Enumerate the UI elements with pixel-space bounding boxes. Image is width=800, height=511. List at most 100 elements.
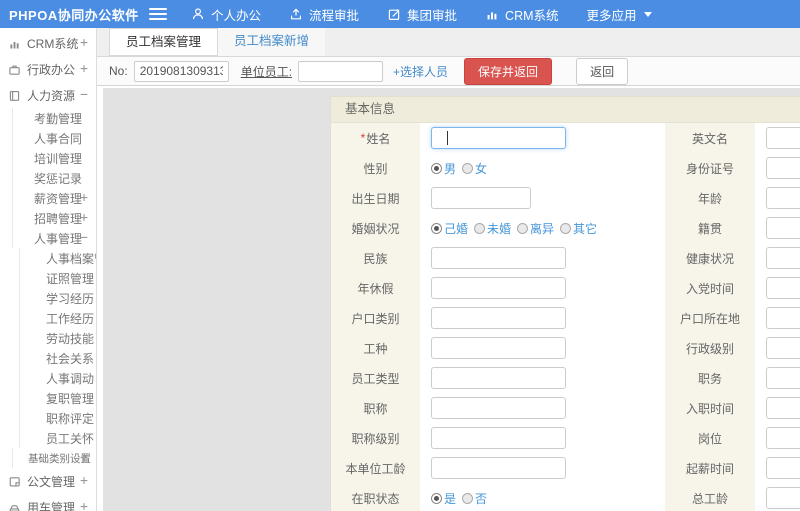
sidebar-item-hr-contract[interactable]: 人事合同 [12, 128, 96, 148]
ethnicity-input[interactable] [431, 247, 566, 269]
tab-employee-archive-management[interactable]: 员工档案管理 [109, 28, 219, 56]
nav-label: CRM系统 [505, 8, 559, 23]
radio-male[interactable] [431, 162, 442, 174]
sidebar-item-personnel-archive-mgmt[interactable]: 人事档案管理 [19, 248, 96, 268]
work-type-input[interactable] [431, 337, 566, 359]
required-marker: * [360, 131, 366, 145]
sidebar-item-label: 劳动技能 [46, 331, 95, 346]
sidebar-item-personnel-mgmt[interactable]: 人事管理 − [12, 228, 96, 248]
sidebar-item-basic-category-settings[interactable]: 基础类别设置 + [12, 448, 96, 468]
nav-workflow-approval[interactable]: 流程审批 [289, 5, 359, 24]
nav-crm-system[interactable]: CRM系统 [485, 5, 559, 24]
select-person-link[interactable]: +选择人员 [393, 63, 448, 80]
gender-label: 性别 [331, 153, 420, 183]
health-status-input[interactable] [766, 247, 800, 269]
english-name-input[interactable] [766, 127, 800, 149]
document-icon [9, 476, 20, 487]
annual-leave-label: 年休假 [331, 273, 420, 303]
sidebar-item-certificate-mgmt[interactable]: 证照管理 [19, 268, 96, 288]
nav-label: 集团审批 [407, 8, 458, 23]
native-place-input[interactable] [766, 217, 800, 239]
sidebar-item-training-mgmt[interactable]: 培训管理 [12, 148, 96, 168]
sidebar-item-work-history[interactable]: 工作经历 [19, 308, 96, 328]
sidebar-item-label: 社会关系 [46, 351, 95, 366]
admin-level-input[interactable] [766, 337, 800, 359]
household-type-input[interactable] [431, 307, 566, 329]
company-seniority-input[interactable] [431, 457, 566, 479]
sidebar-item-personnel-transfer[interactable]: 人事调动 [19, 368, 96, 388]
job-title-level-input[interactable] [431, 427, 566, 449]
section-title: 基本信息 [331, 97, 800, 123]
household-location-label: 户口所在地 [665, 303, 755, 333]
expander-plus-icon[interactable]: + [80, 62, 88, 77]
sidebar-item-label: 薪资管理 [34, 191, 83, 206]
household-location-input[interactable] [766, 307, 800, 329]
caret-down-icon [643, 11, 652, 17]
sidebar-item-attendance-mgmt[interactable]: 考勤管理 [12, 108, 96, 128]
radio-divorced[interactable] [517, 222, 529, 234]
sidebar-item-reinstatement-mgmt[interactable]: 复职管理 [19, 388, 96, 408]
expander-plus-icon[interactable]: + [80, 500, 88, 511]
expander-minus-icon[interactable]: − [80, 88, 88, 103]
sidebar-item-vehicle-mgmt[interactable]: 用车管理 + [0, 494, 96, 511]
unit-employee-input[interactable] [298, 60, 384, 82]
sidebar-item-human-resources[interactable]: 人力资源 − [0, 82, 96, 108]
sidebar-item-label: 考勤管理 [34, 111, 83, 126]
sidebar-item-labor-skills[interactable]: 劳动技能 [19, 328, 96, 348]
duty-input[interactable] [766, 367, 800, 389]
annual-leave-input[interactable] [431, 277, 566, 299]
post-input[interactable] [766, 427, 800, 449]
sidebar-item-label: 招聘管理 [34, 211, 83, 226]
sidebar-item-official-doc-mgmt[interactable]: 公文管理 + [0, 468, 96, 494]
menu-icon[interactable] [149, 8, 167, 20]
tab-employee-archive-new[interactable]: 员工档案新增 [218, 28, 326, 56]
party-join-date-label: 入党时间 [665, 273, 755, 303]
expander-plus-icon[interactable]: + [80, 191, 88, 206]
expander-plus-icon[interactable]: + [80, 211, 88, 226]
expander-plus-icon[interactable]: + [80, 474, 88, 489]
sidebar-item-recruitment-mgmt[interactable]: 招聘管理 + [12, 208, 96, 228]
expander-plus-icon[interactable]: + [80, 36, 88, 51]
nav-personal-office[interactable]: 个人办公 [191, 5, 261, 24]
radio-no[interactable] [462, 492, 474, 504]
sidebar-item-employee-care[interactable]: 员工关怀 [19, 428, 96, 448]
birth-date-label: 出生日期 [331, 183, 420, 213]
radio-female[interactable] [462, 162, 474, 174]
gender-radio-group: 男 女 [431, 160, 493, 177]
radio-yes[interactable] [431, 492, 442, 504]
toolbar: No: 单位员工: +选择人员 保存并返回 返回 [97, 57, 800, 86]
age-input[interactable] [766, 187, 800, 209]
radio-married[interactable] [431, 222, 442, 234]
salary-start-date-input[interactable] [766, 457, 800, 479]
nav-group-approval[interactable]: 集团审批 [387, 5, 457, 24]
content-canvas: 基本信息 * 姓名 英文名 性别 男 女 身份证号 出生日期 年龄 婚姻状况 己… [103, 88, 800, 511]
radio-unmarried[interactable] [474, 222, 486, 234]
english-name-label: 英文名 [665, 123, 755, 153]
sidebar-item-salary-mgmt[interactable]: 薪资管理 + [12, 188, 96, 208]
name-input[interactable] [431, 127, 566, 149]
job-title-input[interactable] [431, 397, 566, 419]
sidebar-item-education-history[interactable]: 学习经历 [19, 288, 96, 308]
flow-approval-icon [291, 8, 302, 20]
marital-status-label: 婚姻状况 [331, 213, 420, 243]
sidebar-item-social-relations[interactable]: 社会关系 [19, 348, 96, 368]
save-and-return-button[interactable]: 保存并返回 [464, 57, 553, 85]
radio-other[interactable] [560, 222, 572, 234]
party-join-date-input[interactable] [766, 277, 800, 299]
job-title-level-label: 职称级别 [331, 423, 420, 453]
total-seniority-input[interactable] [766, 487, 800, 509]
sidebar-item-title-evaluation[interactable]: 职称评定 [19, 408, 96, 428]
employee-type-input[interactable] [431, 367, 566, 389]
birth-date-input[interactable] [431, 187, 531, 209]
sidebar-item-reward-punishment[interactable]: 奖惩记录 [12, 168, 96, 188]
nav-more-apps[interactable]: 更多应用 [587, 5, 652, 24]
expander-plus-icon[interactable]: + [80, 451, 88, 466]
sidebar-item-admin-office[interactable]: 行政办公 + [0, 56, 96, 82]
expander-minus-icon[interactable]: − [80, 231, 88, 246]
return-button[interactable]: 返回 [576, 57, 629, 85]
hire-date-input[interactable] [766, 397, 800, 419]
id-number-input[interactable] [766, 157, 800, 179]
sidebar-item-crm-system[interactable]: CRM系统 + [0, 30, 96, 56]
sidebar-item-label: 复职管理 [46, 391, 95, 406]
no-input[interactable] [133, 60, 229, 82]
